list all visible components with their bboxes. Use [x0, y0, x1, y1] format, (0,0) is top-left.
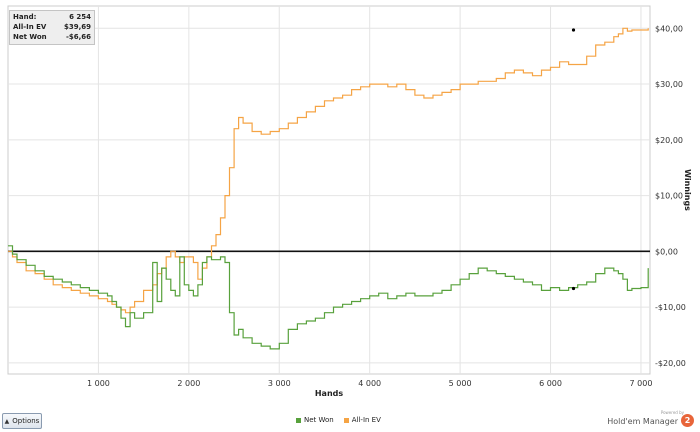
- plot-background: [7, 5, 651, 375]
- bottom-bar: ▲ Options Net Won All-In EV Powered by H…: [0, 410, 700, 432]
- caret-up-icon: ▲: [4, 417, 10, 425]
- y-axis-title: Winnings: [683, 169, 692, 211]
- net-won-swatch: [296, 417, 301, 423]
- hand-label: Hand:: [13, 13, 37, 21]
- y-tick-labels: -$20,00 -$10,00 $0,00 $10,00 $20,00 $30,00 $40…: [655, 24, 686, 368]
- y-tick-label: $40,00: [655, 24, 683, 33]
- legend-net-won-label: Net Won: [304, 416, 334, 424]
- net-won-label: Net Won: [13, 33, 47, 41]
- x-tick-label: 6 000: [539, 379, 562, 388]
- hand-info-box: Hand: 6 254 All-In EV $39,69 Net Won -$6…: [9, 10, 95, 45]
- x-tick-label: 4 000: [358, 379, 381, 388]
- options-label: Options: [12, 417, 40, 425]
- y-tick-label: -$10,00: [655, 303, 686, 312]
- x-tick-label: 5 000: [449, 379, 472, 388]
- x-tick-label: 3 000: [268, 379, 291, 388]
- y-tick-label: $30,00: [655, 80, 683, 89]
- x-tick-label: 2 000: [177, 379, 200, 388]
- y-tick-label: -$20,00: [655, 359, 686, 368]
- y-tick-label: $20,00: [655, 136, 683, 145]
- x-tick-labels: 1 000 2 000 3 000 4 000 5 000 6 000 7 000: [87, 379, 652, 388]
- brand-logo-icon: 2: [681, 414, 694, 427]
- y-tick-label: $0,00: [655, 247, 678, 256]
- net-won-value: -$6,66: [65, 33, 91, 41]
- x-axis-title: Hands: [315, 389, 344, 398]
- allin-ev-swatch: [343, 417, 349, 423]
- allin-ev-marker: [571, 28, 576, 32]
- options-button[interactable]: ▲ Options: [2, 413, 42, 429]
- chart-legend: Net Won All-In EV: [296, 416, 381, 424]
- info-row-net-won: Net Won -$6,66: [13, 32, 91, 42]
- legend-item-net-won[interactable]: Net Won: [296, 416, 334, 424]
- brand: Hold'em Manager 2: [607, 410, 694, 427]
- info-row-allin-ev: All-In EV $39,69: [13, 22, 91, 32]
- legend-item-allin-ev[interactable]: All-In EV: [343, 416, 381, 424]
- x-tick-label: 1 000: [87, 379, 110, 388]
- allin-ev-value: $39,69: [63, 23, 91, 31]
- legend-allin-ev-label: All-In EV: [351, 416, 381, 424]
- x-tick-label: 7 000: [630, 379, 653, 388]
- y-tick-label: $10,00: [655, 192, 683, 201]
- brand-name: Hold'em Manager: [607, 417, 678, 426]
- hand-value: 6 254: [69, 13, 91, 21]
- allin-ev-label: All-In EV: [13, 23, 47, 31]
- winnings-chart: 1 000 2 000 3 000 4 000 5 000 6 000 7 000 -$20…: [7, 5, 692, 398]
- info-row-hand: Hand: 6 254: [13, 12, 91, 22]
- net-won-marker: [571, 286, 576, 291]
